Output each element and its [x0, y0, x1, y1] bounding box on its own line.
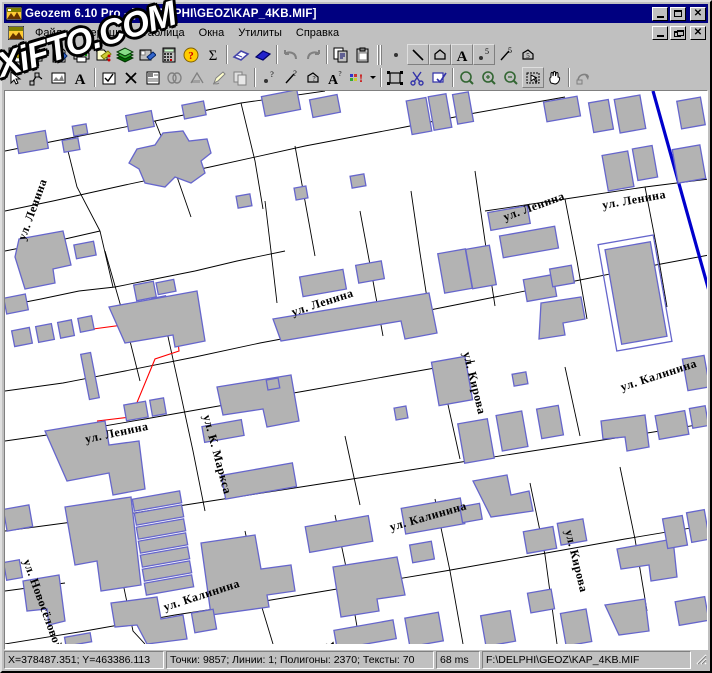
resize-grip[interactable] [693, 651, 708, 669]
image-frame-button[interactable] [48, 67, 70, 88]
paste-button[interactable] [352, 44, 374, 65]
mdi-minimize-button[interactable] [652, 26, 668, 40]
question-mark-button[interactable]: ? [180, 44, 202, 65]
redo-button[interactable] [302, 44, 324, 65]
palette-alert-button[interactable]: ! [346, 67, 368, 88]
toolbar-area: ? Σ A 5 5 5 A ? ? ? A ? ! [2, 42, 710, 89]
app-icon [5, 6, 23, 21]
refresh-button[interactable] [572, 67, 594, 88]
save-document-button[interactable] [48, 44, 70, 65]
fit-window-button[interactable] [384, 67, 406, 88]
menu-item-help[interactable]: Справка [289, 26, 346, 40]
zoom-rectangle-button[interactable] [522, 67, 544, 88]
toolbar-grip[interactable] [376, 44, 383, 65]
printer-button[interactable] [70, 44, 92, 65]
map-properties-button[interactable] [136, 44, 158, 65]
svg-text:!: ! [359, 71, 363, 85]
svg-text:5: 5 [485, 47, 489, 56]
sigma-sum-button[interactable]: Σ [202, 44, 224, 65]
magnifier-plus-button[interactable] [478, 67, 500, 88]
status-render-time: 68 ms [436, 651, 480, 669]
layers-stack-button[interactable] [114, 44, 136, 65]
mdi-close-button[interactable]: ✕ [690, 26, 706, 40]
svg-text:?: ? [293, 70, 297, 78]
checkbox-button[interactable] [98, 67, 120, 88]
edit-pencil-button[interactable] [208, 67, 230, 88]
letter-a-button[interactable]: A [70, 67, 92, 88]
text-query-button[interactable]: A ? [324, 67, 346, 88]
mdi-document-icon[interactable] [7, 25, 25, 41]
topology-button[interactable] [186, 67, 208, 88]
svg-text:?: ? [270, 70, 274, 79]
text-a-button[interactable]: A [451, 44, 473, 65]
point-number-button[interactable]: 5 [473, 44, 495, 65]
table-attributes-button[interactable] [142, 67, 164, 88]
toolbar-row-2: A ? ? ? A ? ! [2, 66, 710, 89]
map-canvas[interactable]: ул. Ленина ул. Ленина ул. Ленина ул. Лен… [5, 91, 707, 649]
svg-text:?: ? [188, 50, 194, 62]
svg-text:A: A [457, 49, 468, 63]
status-bar: X=378487.351; Y=463386.113 Точки: 9857; … [4, 651, 708, 669]
point-query-button[interactable]: ? [258, 67, 280, 88]
svg-text:5: 5 [508, 47, 512, 55]
new-document-button[interactable] [4, 44, 26, 65]
svg-text:A: A [328, 73, 339, 86]
mdi-window-controls: ✕ [650, 26, 706, 40]
node-edit-button[interactable] [26, 67, 48, 88]
mdi-restore-button[interactable] [670, 26, 686, 40]
svg-text:Σ: Σ [209, 48, 218, 63]
svg-text:?: ? [338, 70, 341, 78]
menu-item-windows[interactable]: Окна [192, 26, 232, 40]
export-button[interactable] [92, 44, 114, 65]
status-file-path: F:\DELPHI\GEOZ\KAP_4KB.MIF [482, 651, 691, 669]
magnifier-minus-button[interactable] [500, 67, 522, 88]
window-title: Geozem 6.10 Pro - [F:\DELPHI\GEOZ\KAP_4K… [25, 7, 317, 20]
close-button[interactable]: ✕ [690, 6, 706, 21]
map-client-area[interactable]: ул. Ленина ул. Ленина ул. Ленина ул. Лен… [4, 90, 708, 650]
polygon-button[interactable] [429, 44, 451, 65]
menu-bar: Файл Операции Таблица Окна Утилиты Справ… [4, 24, 708, 42]
line-query-button[interactable]: ? [280, 67, 302, 88]
line-number-button[interactable]: 5 [495, 44, 517, 65]
hand-pan-button[interactable] [544, 67, 566, 88]
maximize-button[interactable] [670, 6, 686, 21]
minimize-button[interactable] [652, 6, 668, 21]
menu-item-file[interactable]: Файл [28, 26, 69, 40]
copy-button[interactable] [330, 44, 352, 65]
window-controls: ✕ [652, 6, 706, 21]
duplicate-button[interactable] [230, 67, 252, 88]
svg-text:A: A [75, 72, 86, 86]
menu-item-utilities[interactable]: Утилиты [231, 26, 289, 40]
svg-text:5: 5 [526, 52, 530, 60]
point-dot-button[interactable] [385, 44, 407, 65]
title-bar: Geozem 6.10 Pro - [F:\DELPHI\GEOZ\KAP_4K… [4, 4, 708, 23]
polygon-number-button[interactable]: 5 [517, 44, 539, 65]
menu-item-operations[interactable]: Операции [69, 26, 134, 40]
undo-button[interactable] [280, 44, 302, 65]
diagonal-line-button[interactable] [407, 44, 429, 65]
edit-check-button[interactable] [428, 67, 450, 88]
scissors-button[interactable] [406, 67, 428, 88]
toolbar-row-1: ? Σ A 5 5 5 [2, 43, 710, 66]
arrow-cursor-button[interactable] [4, 67, 26, 88]
chevron-down-icon[interactable] [368, 67, 378, 88]
cross-x-button[interactable] [120, 67, 142, 88]
status-coordinates: X=378487.351; Y=463386.113 [4, 651, 164, 669]
status-object-counts: Точки: 9857; Линии: 1; Полигоны: 2370; Т… [166, 651, 434, 669]
menu-item-table[interactable]: Таблица [135, 26, 192, 40]
svg-text:?: ? [312, 75, 315, 83]
calculator-button[interactable] [158, 44, 180, 65]
application-window: Geozem 6.10 Pro - [F:\DELPHI\GEOZ\KAP_4K… [0, 0, 712, 673]
magnifier-button[interactable] [456, 67, 478, 88]
open-red-arrow-button[interactable] [26, 44, 48, 65]
blue-marker-button[interactable] [252, 44, 274, 65]
merge-rings-button[interactable] [164, 67, 186, 88]
polygon-query-button[interactable]: ? [302, 67, 324, 88]
map-vector-layer: ул. Ленина ул. Ленина ул. Ленина ул. Лен… [5, 91, 707, 644]
eraser-button[interactable] [230, 44, 252, 65]
